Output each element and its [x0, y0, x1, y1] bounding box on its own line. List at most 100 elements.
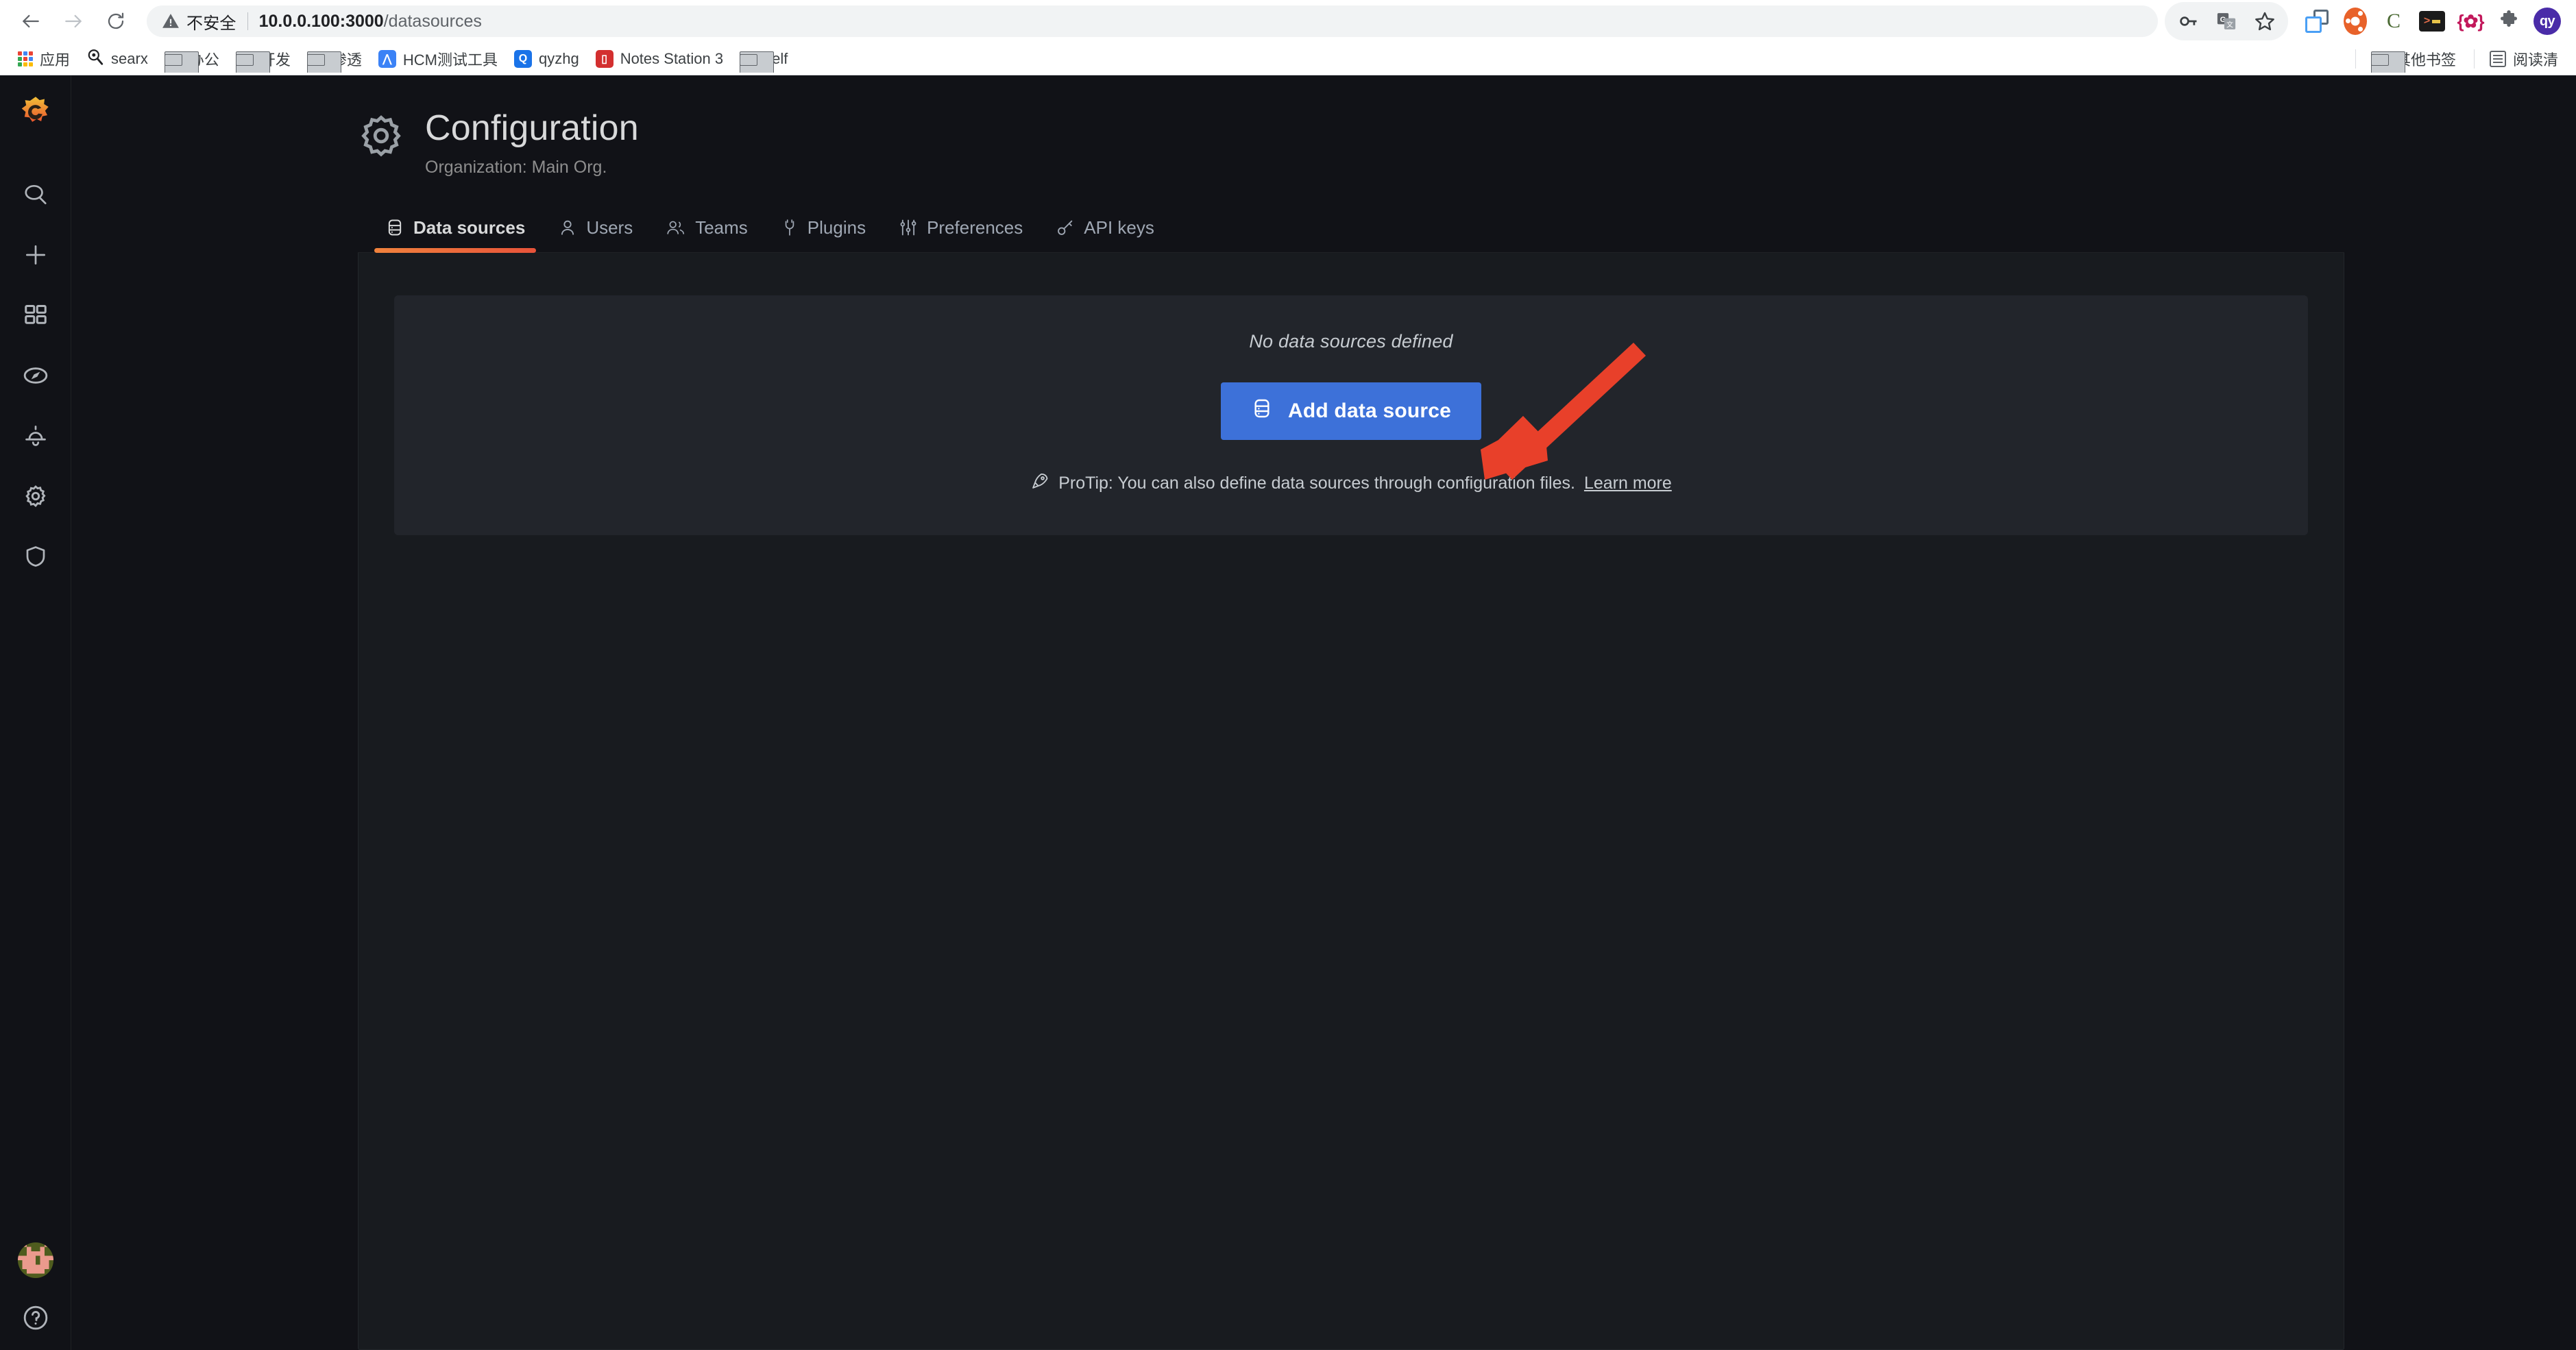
bookmark-apps-label: 应用 [40, 51, 71, 69]
tab-plugins[interactable]: Plugins [764, 210, 882, 252]
sliders-icon [899, 218, 918, 237]
gear-icon [358, 112, 404, 162]
user-avatar-identicon [17, 1242, 53, 1278]
settings-tabs: Data sources Users Teams Plugins Prefere… [358, 210, 2344, 253]
security-label: 不安全 [186, 14, 236, 33]
folder-icon [2370, 51, 2405, 73]
bookmarks-bar: 应用 searx 办公 开发 渗透 ⋀ HCM测试工具 Q qyzhg ▯ No… [0, 42, 2576, 75]
bookmark-label: qyzhg [538, 49, 579, 67]
protip-text: ProTip: You can also define data sources… [1058, 473, 1575, 493]
page-subtitle: Organization: Main Org. [425, 157, 607, 177]
terminal-extension-icon[interactable]: > [2413, 2, 2451, 40]
c-extension-icon[interactable]: C [2374, 2, 2413, 40]
notes-station-icon: ▯ [595, 49, 613, 68]
bookmark-label: searx [111, 49, 148, 67]
password-key-icon[interactable] [2169, 2, 2207, 40]
reading-list-icon [2489, 50, 2506, 67]
user-avatar[interactable] [17, 1242, 53, 1278]
warning-triangle-icon [162, 12, 180, 30]
dashboards-icon [23, 303, 48, 331]
plus-icon [23, 242, 49, 271]
translate-icon[interactable]: G 文 [2207, 2, 2246, 40]
page-title: Configuration [425, 108, 639, 148]
omnibox-actions: G 文 [2165, 2, 2288, 40]
sidebar-item-server-admin[interactable] [14, 528, 58, 588]
folder-icon [306, 51, 341, 73]
bookmark-item-searx[interactable]: searx [80, 45, 155, 73]
grafana-logo[interactable] [14, 90, 58, 134]
help-button[interactable] [22, 1304, 49, 1335]
add-data-source-label: Add data source [1287, 399, 1452, 422]
rocket-icon [1030, 471, 1049, 495]
back-button[interactable] [10, 0, 52, 42]
sidebar-item-create[interactable] [14, 226, 58, 286]
tab-teams[interactable]: Teams [649, 210, 764, 252]
database-icon [385, 218, 404, 237]
window-extension-icon[interactable] [2298, 2, 2336, 40]
qyzhg-icon: Q [513, 49, 532, 68]
reload-button[interactable] [95, 0, 137, 42]
apps-grid-icon [18, 51, 33, 66]
tab-users[interactable]: Users [542, 210, 649, 252]
svg-text:文: 文 [2226, 20, 2233, 29]
search-icon [23, 182, 49, 211]
reading-list-label: 阅读清 [2512, 51, 2558, 69]
searx-icon [86, 48, 104, 70]
alerting-bell-icon [23, 424, 48, 452]
bookmark-star-icon[interactable] [2246, 2, 2284, 40]
reading-list-button[interactable]: 阅读清 [2483, 45, 2565, 73]
forward-arrow-icon [62, 10, 84, 32]
data-sources-panel: No data sources defined Add data source [358, 252, 2344, 1350]
sidebar-item-configuration[interactable] [14, 467, 58, 528]
tab-label: Preferences [927, 217, 1023, 238]
database-icon [1251, 397, 1273, 425]
ubuntu-glyph [2344, 8, 2367, 35]
folder-icon [235, 51, 270, 73]
bookmark-apps[interactable]: 应用 [11, 45, 77, 73]
folder-icon [164, 51, 199, 73]
plug-icon [781, 218, 799, 237]
ubuntu-extension-icon[interactable] [2336, 2, 2374, 40]
tab-label: Teams [695, 217, 748, 238]
folder-icon [740, 51, 775, 73]
bookmark-folder-bangong[interactable]: 办公 [158, 45, 226, 73]
url-host: 10.0.0.100:3000 [258, 11, 384, 31]
tab-label: API keys [1084, 217, 1154, 238]
bookmarks-divider [2473, 49, 2475, 69]
tab-label: Plugins [807, 217, 866, 238]
bookmark-item-hcm[interactable]: ⋀ HCM测试工具 [372, 45, 505, 73]
other-bookmarks-button[interactable]: 其他书签 [2364, 45, 2463, 73]
profile-avatar[interactable]: qy [2528, 2, 2566, 40]
tab-data-sources[interactable]: Data sources [369, 210, 542, 253]
bookmarks-right-group: 其他书签 阅读清 [2347, 45, 2568, 73]
bookmark-folder-shentou[interactable]: 渗透 [300, 45, 369, 73]
bookmark-folder-kaifa[interactable]: 开发 [229, 45, 297, 73]
page-header-text: Configuration Organization: Main Org. [425, 108, 639, 177]
grafana-sidebar [0, 75, 71, 1350]
server-admin-shield-icon [23, 544, 48, 572]
user-icon [558, 218, 577, 237]
tab-preferences[interactable]: Preferences [882, 210, 1039, 252]
configuration-gear-icon [23, 483, 49, 513]
bookmark-item-notes-station[interactable]: ▯ Notes Station 3 [589, 47, 730, 71]
braces-extension-icon[interactable]: {✿} [2451, 2, 2490, 40]
users-alt-icon [666, 218, 686, 237]
empty-state-card: No data sources defined Add data source [394, 295, 2308, 535]
forward-button[interactable] [52, 0, 95, 42]
bookmark-label: HCM测试工具 [402, 51, 498, 69]
bookmark-folder-self[interactable]: self [733, 47, 794, 73]
sidebar-item-search[interactable] [14, 166, 58, 226]
protip-learn-more-link[interactable]: Learn more [1584, 474, 1672, 493]
tab-api-keys[interactable]: API keys [1039, 210, 1171, 252]
key-skeleton-icon [1056, 218, 1075, 237]
help-question-icon [22, 1305, 49, 1334]
puzzle-extensions-icon[interactable] [2490, 2, 2528, 40]
sidebar-item-dashboards[interactable] [14, 286, 58, 347]
sidebar-item-explore[interactable] [14, 347, 58, 407]
add-data-source-button[interactable]: Add data source [1220, 382, 1482, 440]
sidebar-item-alerting[interactable] [14, 407, 58, 467]
bookmark-item-qyzhg[interactable]: Q qyzhg [507, 47, 586, 71]
address-bar[interactable]: 不安全 10.0.0.100:3000/datasources [147, 5, 2158, 37]
empty-state-message: No data sources defined [1249, 330, 1453, 352]
tab-label: Users [586, 217, 633, 238]
